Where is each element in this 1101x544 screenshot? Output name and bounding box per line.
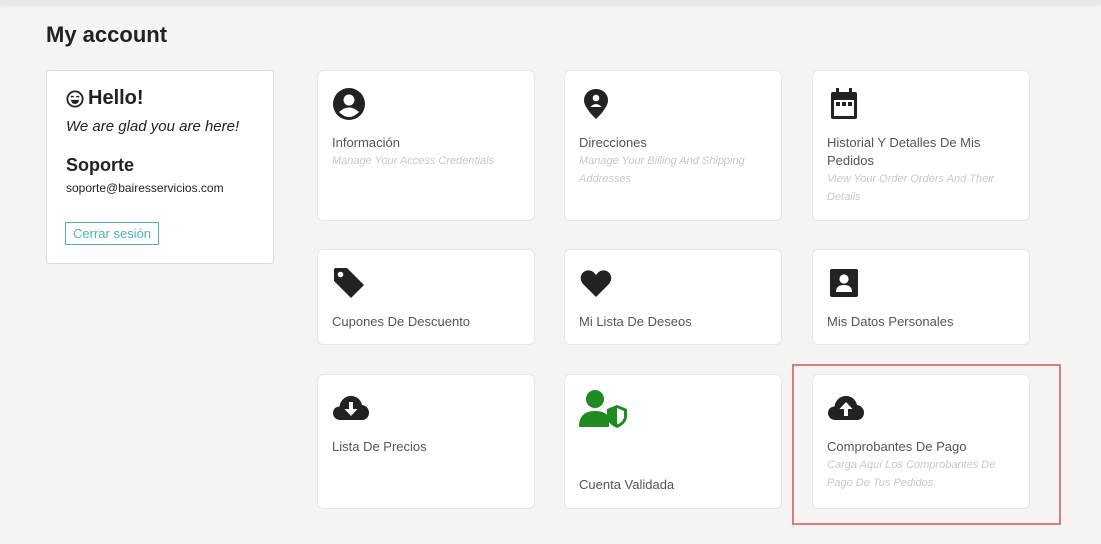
smiley-icon	[66, 89, 84, 108]
tile-title: Información	[332, 135, 400, 150]
tile-cupones[interactable]: Cupones De Descuento	[317, 249, 535, 345]
map-pin-icon	[584, 89, 608, 119]
heart-icon	[580, 270, 612, 297]
tile-cuenta-validada[interactable]: Cuenta Validada	[564, 374, 782, 509]
tile-historial-pedidos[interactable]: Historial Y Detalles De Mis Pedidos View…	[812, 70, 1030, 221]
top-bar	[0, 0, 1101, 4]
tagline: We are glad you are here!	[66, 118, 240, 135]
tile-subtitle: View Your Order Orders And Their Details	[827, 173, 995, 203]
cloud-download-icon	[333, 396, 369, 420]
tile-title: Cuenta Validada	[579, 477, 675, 492]
tile-informacion[interactable]: Información Manage Your Access Credentia…	[317, 70, 535, 221]
tile-subtitle: Manage Your Billing And Shipping Address…	[579, 155, 745, 185]
highlight-box	[792, 364, 1061, 525]
user-card: Hello! We are glad you are here! Soporte…	[46, 70, 274, 264]
tile-title: Historial Y Detalles De Mis Pedidos	[827, 135, 981, 168]
user-shield-icon	[579, 390, 627, 428]
logout-button[interactable]: Cerrar sesión	[65, 222, 160, 245]
tile-subtitle: Manage Your Access Credentials	[332, 155, 495, 167]
greeting-text: Hello!	[88, 87, 144, 109]
tag-icon	[334, 268, 364, 298]
tile-title: Mis Datos Personales	[827, 314, 954, 329]
greeting-row: Hello!	[66, 87, 144, 110]
page-title: My account	[46, 22, 168, 47]
calendar-icon	[831, 88, 857, 119]
tile-direcciones[interactable]: Direcciones Manage Your Billing And Ship…	[564, 70, 782, 221]
tile-title: Lista De Precios	[332, 439, 427, 454]
tile-title: Mi Lista De Deseos	[579, 314, 692, 329]
tile-lista-deseos[interactable]: Mi Lista De Deseos	[564, 249, 782, 345]
user-name: Soporte	[66, 155, 135, 175]
tile-title: Direcciones	[579, 135, 647, 150]
contact-card-icon	[830, 269, 858, 297]
tile-lista-precios[interactable]: Lista De Precios	[317, 374, 535, 509]
account-circle-icon	[333, 88, 365, 120]
user-email: soporte@bairesservicios.com	[66, 181, 224, 195]
tile-title: Cupones De Descuento	[332, 314, 471, 329]
tile-datos-personales[interactable]: Mis Datos Personales	[812, 249, 1030, 345]
